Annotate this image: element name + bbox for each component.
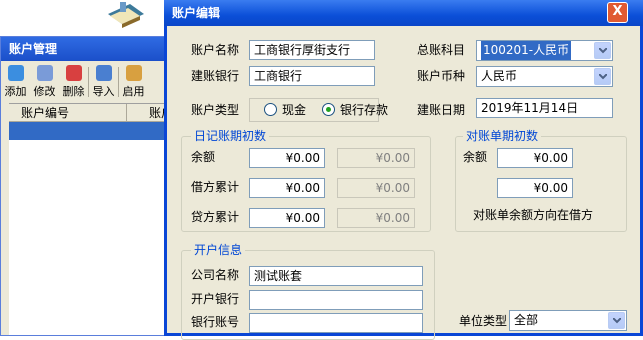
close-button[interactable]: X xyxy=(607,2,628,23)
delete-icon xyxy=(65,65,82,81)
enable-icon xyxy=(125,65,142,81)
open-date-label: 建账日期 xyxy=(417,103,466,117)
statement-direction-note: 对账单余额方向在借方 xyxy=(473,208,594,222)
bank-account-no-label: 银行账号 xyxy=(191,315,240,329)
company-name-label: 公司名称 xyxy=(191,268,240,282)
open-bank-label: 开户银行 xyxy=(191,292,240,306)
edit-button[interactable]: 修改 xyxy=(30,63,59,101)
radio-bank-deposit-label[interactable]: 银行存款 xyxy=(340,100,388,120)
journal-credit-input[interactable]: ¥0.00 xyxy=(249,208,325,228)
journal-credit-disabled: ¥0.00 xyxy=(337,208,415,228)
journal-debit-label: 借方累计 xyxy=(191,180,240,194)
open-bank-input[interactable] xyxy=(249,290,423,310)
bank-account-no-input[interactable] xyxy=(249,313,423,333)
account-list[interactable]: 账户编号 账户 xyxy=(9,103,189,335)
account-edit-dialog: 账户编辑 X 账户名称 工商银行厚街支行 总账科目 100201-人民币 建账银… xyxy=(164,0,643,340)
company-name-input[interactable]: 测试账套 xyxy=(249,266,423,286)
list-item-selected[interactable] xyxy=(9,122,189,140)
journal-debit-input[interactable]: ¥0.00 xyxy=(249,178,325,198)
import-icon xyxy=(95,65,112,81)
currency-label: 账户币种 xyxy=(417,69,466,83)
journal-balance-label: 余额 xyxy=(191,150,216,164)
import-button[interactable]: 导入 xyxy=(89,63,118,101)
add-icon xyxy=(7,65,24,81)
statement-opening-title: 对账单期初数 xyxy=(463,128,542,144)
desktop-app-icon xyxy=(100,0,150,30)
bank-label: 建账银行 xyxy=(191,69,240,83)
ledger-subject-select[interactable]: 100201-人民币 xyxy=(476,40,613,61)
account-type-label: 账户类型 xyxy=(191,103,240,117)
chevron-down-icon[interactable] xyxy=(594,68,611,85)
account-management-title: 账户管理 xyxy=(1,37,189,61)
unit-type-select[interactable]: 全部 xyxy=(509,310,627,331)
column-header-account-no[interactable]: 账户编号 xyxy=(9,104,127,121)
currency-select[interactable]: 人民币 xyxy=(476,66,613,87)
account-management-window: 账户管理 添加 修改 删除 导入 启用 账户编号 账户 xyxy=(0,36,190,336)
account-name-input[interactable]: 工商银行厚街支行 xyxy=(249,40,375,60)
account-type-radio-group: 现金 银行存款 xyxy=(249,98,388,122)
add-button[interactable]: 添加 xyxy=(1,63,30,101)
edit-icon xyxy=(36,65,53,81)
dialog-title: 账户编辑 xyxy=(164,0,643,26)
radio-cash-label[interactable]: 现金 xyxy=(282,100,306,120)
enable-button[interactable]: 启用 xyxy=(119,63,148,101)
account-list-header: 账户编号 账户 xyxy=(9,104,189,122)
radio-cash[interactable] xyxy=(264,103,277,116)
open-date-input[interactable]: 2019年11月14日 xyxy=(476,98,613,118)
statement-balance-input[interactable]: ¥0.00 xyxy=(497,148,573,168)
journal-balance-disabled: ¥0.00 xyxy=(337,148,415,168)
radio-bank-deposit[interactable] xyxy=(322,103,335,116)
statement-second-input[interactable]: ¥0.00 xyxy=(497,178,573,198)
open-info-title: 开户信息 xyxy=(191,242,246,258)
ledger-subject-label: 总账科目 xyxy=(417,43,466,57)
journal-debit-disabled: ¥0.00 xyxy=(337,178,415,198)
journal-credit-label: 贷方累计 xyxy=(191,210,240,224)
delete-button[interactable]: 删除 xyxy=(59,63,88,101)
bank-input[interactable]: 工商银行 xyxy=(249,66,375,86)
journal-opening-title: 日记账期初数 xyxy=(191,128,270,144)
chevron-down-icon[interactable] xyxy=(608,312,625,329)
chevron-down-icon[interactable] xyxy=(594,42,611,59)
account-management-toolbar: 添加 修改 删除 导入 启用 xyxy=(1,63,189,101)
journal-balance-input[interactable]: ¥0.00 xyxy=(249,148,325,168)
statement-balance-label: 余额 xyxy=(463,150,488,164)
account-name-label: 账户名称 xyxy=(191,43,240,57)
unit-type-label: 单位类型 xyxy=(459,314,508,328)
